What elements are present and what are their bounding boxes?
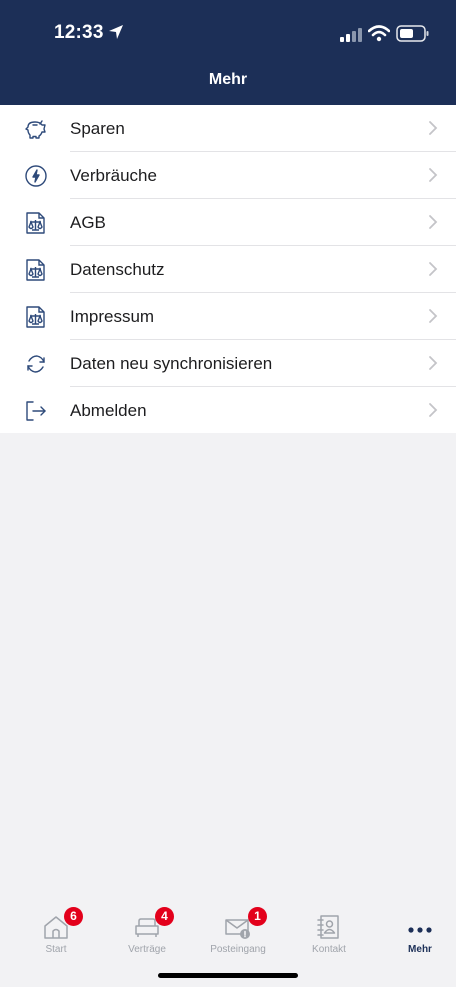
menu-item-label: Verbräuche	[70, 166, 157, 185]
chevron-right-icon	[428, 214, 438, 230]
menu-item-impressum[interactable]: Impressum	[0, 293, 456, 340]
home-indicator[interactable]	[158, 973, 298, 978]
contact-book-icon	[315, 914, 343, 940]
tab-mehr[interactable]: Mehr	[380, 908, 456, 968]
tab-start[interactable]: 6 Start	[16, 907, 96, 968]
menu-item-agb[interactable]: AGB	[0, 199, 456, 246]
chevron-right-icon	[428, 355, 438, 371]
chevron-right-icon	[428, 402, 438, 418]
app-header: 12:33 Mehr	[0, 0, 456, 105]
notification-badge: 1	[248, 907, 267, 926]
status-time: 12:33	[54, 22, 104, 43]
page-title: Mehr	[208, 71, 248, 88]
notification-badge: 4	[155, 907, 174, 926]
chevron-right-icon	[428, 261, 438, 277]
location-arrow-icon	[108, 24, 124, 45]
menu-item-sparen[interactable]: Sparen	[0, 105, 456, 152]
menu-item-label: Sparen	[70, 119, 125, 138]
menu-item-label: Abmelden	[70, 401, 147, 420]
logout-icon	[24, 399, 48, 423]
legal-document-icon	[24, 211, 48, 235]
tab-vertraege[interactable]: 4 Verträge	[107, 907, 187, 968]
legal-document-icon	[24, 258, 48, 282]
tab-label: Mehr	[408, 944, 432, 955]
status-bar: 12:33	[0, 0, 456, 60]
menu-item-datenschutz[interactable]: Datenschutz	[0, 246, 456, 293]
piggy-bank-icon	[24, 117, 48, 141]
tab-label: Posteingang	[210, 944, 266, 955]
menu-item-label: Impressum	[70, 307, 155, 326]
menu-item-label: Daten neu synchronisieren	[70, 354, 273, 373]
more-dots-icon	[406, 914, 434, 940]
wifi-icon	[367, 25, 391, 47]
tab-label: Start	[45, 944, 67, 955]
energy-gauge-icon	[24, 164, 48, 188]
chevron-right-icon	[428, 308, 438, 324]
battery-icon	[396, 25, 430, 47]
tab-posteingang[interactable]: 1 Posteingang	[198, 907, 278, 968]
menu-item-verbraeuche[interactable]: Verbräuche	[0, 152, 456, 199]
more-menu-list: Sparen Verbräuche AGB Datenschutz Impres…	[0, 105, 456, 433]
tab-label: Kontakt	[312, 944, 346, 955]
legal-document-icon	[24, 305, 48, 329]
chevron-right-icon	[428, 120, 438, 136]
sync-icon	[24, 352, 48, 376]
menu-item-sync[interactable]: Daten neu synchronisieren	[0, 340, 456, 387]
tab-label: Verträge	[128, 944, 166, 955]
menu-item-label: AGB	[70, 213, 106, 232]
menu-item-abmelden[interactable]: Abmelden	[0, 387, 456, 434]
menu-item-label: Datenschutz	[70, 260, 165, 279]
signal-icon	[340, 28, 362, 47]
tab-kontakt[interactable]: Kontakt	[289, 908, 369, 968]
notification-badge: 6	[64, 907, 83, 926]
chevron-right-icon	[428, 167, 438, 183]
